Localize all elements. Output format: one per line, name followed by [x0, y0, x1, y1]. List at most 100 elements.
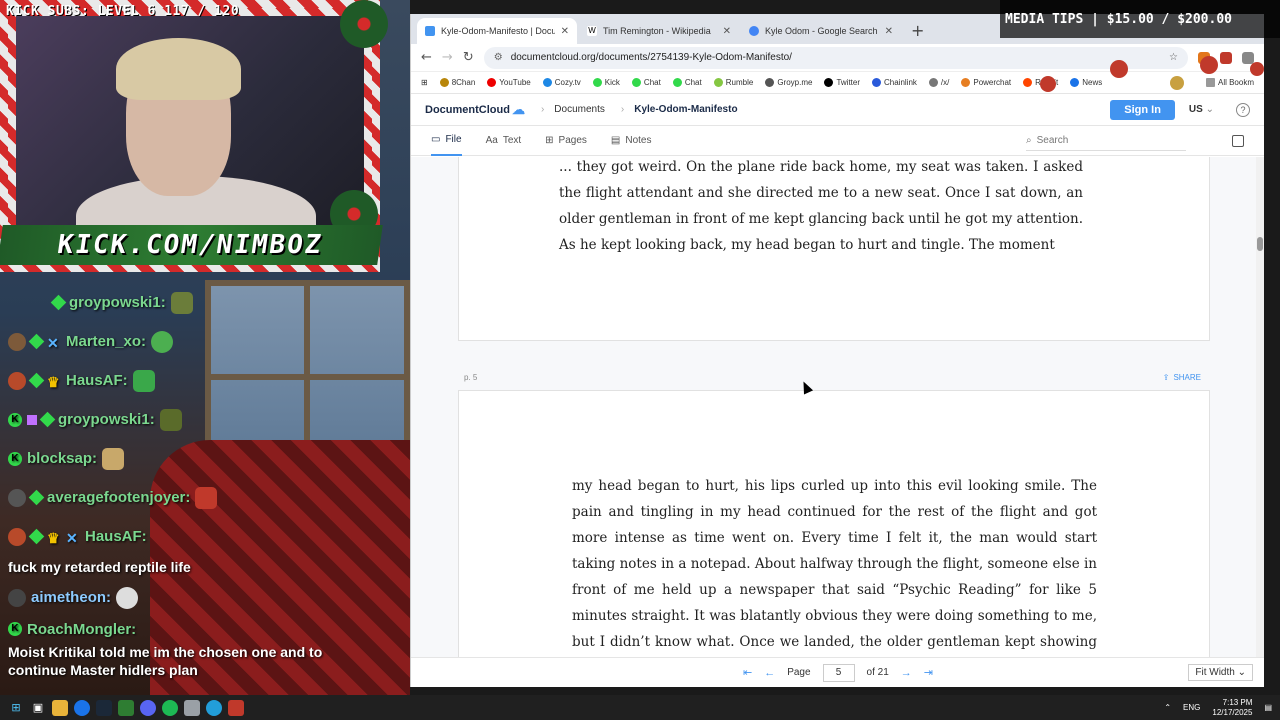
- kick-badge-icon: [28, 489, 45, 506]
- bookmark[interactable]: Rumble: [713, 78, 753, 87]
- kick-logo-icon: K: [8, 412, 22, 427]
- chat-message: K RoachMongler:: [8, 617, 368, 641]
- bookmark[interactable]: Twitter: [824, 78, 860, 87]
- tab-text[interactable]: Aa Text: [486, 126, 522, 156]
- clock[interactable]: 7:13 PM 12/17/2025: [1212, 698, 1252, 718]
- cloud-icon: ☁: [511, 101, 525, 117]
- language-select[interactable]: US ⌄: [1189, 104, 1214, 115]
- chat-message: averagefootenjoyer:: [8, 478, 368, 517]
- kick-badge-icon: [28, 333, 45, 350]
- bookmark[interactable]: Kick: [592, 78, 620, 87]
- emote-icon: [132, 369, 155, 392]
- share-icon: ⇪: [1162, 373, 1170, 382]
- file-explorer-icon[interactable]: [52, 699, 68, 716]
- app-icon[interactable]: [228, 699, 244, 716]
- bookmark[interactable]: Chat: [631, 78, 661, 87]
- telegram-icon[interactable]: [206, 699, 222, 716]
- first-page-icon[interactable]: ⇤: [743, 666, 752, 679]
- document-title: Kyle-Odom-Manifesto: [634, 104, 738, 115]
- avatar-icon: [8, 371, 26, 390]
- crown-icon: ♛: [47, 373, 60, 390]
- bookmark[interactable]: Powerchat: [961, 78, 1011, 87]
- spotify-icon[interactable]: [162, 699, 178, 716]
- page-number-input[interactable]: 5: [822, 663, 855, 682]
- task-view-icon[interactable]: ▣: [30, 700, 46, 716]
- chat-username: groypowski1:: [58, 411, 155, 428]
- browser-tab[interactable]: Kyle Odom - Google Search ✕: [741, 18, 901, 44]
- back-icon[interactable]: ←: [421, 50, 432, 65]
- grid-icon: ⊞: [545, 135, 554, 146]
- next-page-icon[interactable]: →: [901, 667, 912, 679]
- chevron-down-icon: ⌄: [1205, 104, 1214, 115]
- chat-message: groypowski1:: [8, 283, 368, 322]
- google-favicon-icon: [749, 26, 759, 36]
- chevron-up-icon[interactable]: ⌃: [1164, 703, 1171, 712]
- chat-message: ♛ ✕ HausAF:: [8, 517, 368, 556]
- url-text: documentcloud.org/documents/2754139-Kyle…: [510, 52, 792, 63]
- previous-page-icon[interactable]: ←: [764, 667, 775, 679]
- scrollbar[interactable]: [1256, 157, 1264, 657]
- kick-logo-icon: K: [8, 622, 22, 636]
- kick-badge-icon: [28, 372, 45, 389]
- new-tab-button[interactable]: +: [903, 21, 932, 44]
- discord-icon[interactable]: [140, 699, 156, 716]
- bookmark[interactable]: Groyp.me: [765, 78, 812, 87]
- bookmark[interactable]: Chainlink: [872, 78, 917, 87]
- reload-icon[interactable]: ↻: [463, 50, 474, 65]
- kick-banner: KICK.COM/NIMBOZ: [0, 225, 383, 265]
- bookmark-star-icon[interactable]: ☆: [1169, 52, 1178, 63]
- windows-start-icon[interactable]: ⊞: [8, 700, 24, 716]
- chrome-icon[interactable]: [74, 699, 90, 716]
- help-icon[interactable]: ?: [1236, 102, 1250, 117]
- all-bookmarks[interactable]: All Bookm: [1205, 78, 1254, 87]
- wikipedia-favicon-icon: W: [587, 26, 597, 36]
- bookmark[interactable]: YouTube: [487, 78, 531, 87]
- close-icon[interactable]: ✕: [561, 26, 569, 37]
- close-icon[interactable]: ✕: [723, 26, 731, 37]
- emote-icon: [170, 291, 193, 314]
- breadcrumb-documents[interactable]: Documents: [554, 104, 605, 115]
- app-icon[interactable]: [118, 699, 134, 716]
- sign-in-button[interactable]: Sign In: [1110, 99, 1175, 120]
- chat-message: ✕ Marten_xo:: [8, 322, 368, 361]
- sidebar-toggle-icon[interactable]: [1232, 134, 1244, 147]
- zoom-select[interactable]: Fit Width ⌄: [1188, 664, 1253, 681]
- browser-tab[interactable]: Kyle-Odom-Manifesto | Docum ✕: [417, 18, 577, 44]
- bookmark[interactable]: /x/: [928, 78, 949, 87]
- chat-username: aimetheon:: [31, 589, 112, 606]
- apps-icon[interactable]: ⊞: [421, 78, 428, 87]
- tab-pages[interactable]: ⊞ Pages: [545, 126, 587, 156]
- system-tray: ⌃ ENG 7:13 PM 12/17/2025 ▤: [1164, 698, 1272, 718]
- bookmark[interactable]: News: [1070, 78, 1102, 87]
- extension-icon[interactable]: [1242, 51, 1254, 64]
- documentcloud-favicon-icon: [425, 26, 435, 36]
- bookmark[interactable]: 8Chan: [439, 78, 475, 87]
- share-button[interactable]: ⇪ SHARE: [1163, 373, 1201, 382]
- steam-icon[interactable]: [96, 699, 112, 716]
- browser-tab[interactable]: W Tim Remington - Wikipedia ✕: [579, 18, 739, 44]
- scrollbar-thumb[interactable]: [1257, 237, 1263, 251]
- last-page-icon[interactable]: ⇥: [924, 666, 933, 679]
- bookmark[interactable]: Cozy.tv: [542, 78, 581, 87]
- tab-notes[interactable]: ▤ Notes: [611, 126, 652, 156]
- emote-icon: [159, 408, 182, 431]
- address-bar[interactable]: ⚙ documentcloud.org/documents/2754139-Ky…: [483, 46, 1188, 69]
- close-icon[interactable]: ✕: [885, 26, 893, 37]
- extension-icon[interactable]: [1220, 51, 1232, 64]
- forward-icon[interactable]: →: [442, 50, 453, 65]
- site-info-icon[interactable]: ⚙: [494, 52, 503, 63]
- search-input[interactable]: ⌕ Search: [1026, 131, 1186, 151]
- emote-icon: [195, 486, 218, 509]
- documentcloud-logo[interactable]: DocumentCloud ☁: [425, 102, 525, 118]
- kick-badge-icon: [28, 528, 45, 545]
- emote-icon: [102, 447, 125, 470]
- sword-icon: ✕: [66, 529, 78, 546]
- document-viewer[interactable]: ... they got weird. On the plane ride ba…: [411, 157, 1257, 657]
- sub-counter: KICK SUBS: LEVEL 6 117 / 120: [6, 4, 240, 19]
- crown-icon: ♛: [47, 529, 60, 546]
- tab-file[interactable]: ▭ File: [431, 126, 462, 156]
- language-indicator[interactable]: ENG: [1183, 703, 1200, 712]
- bookmark[interactable]: Chat: [672, 78, 702, 87]
- app-icon[interactable]: [184, 699, 200, 716]
- notification-icon[interactable]: ▤: [1264, 703, 1272, 712]
